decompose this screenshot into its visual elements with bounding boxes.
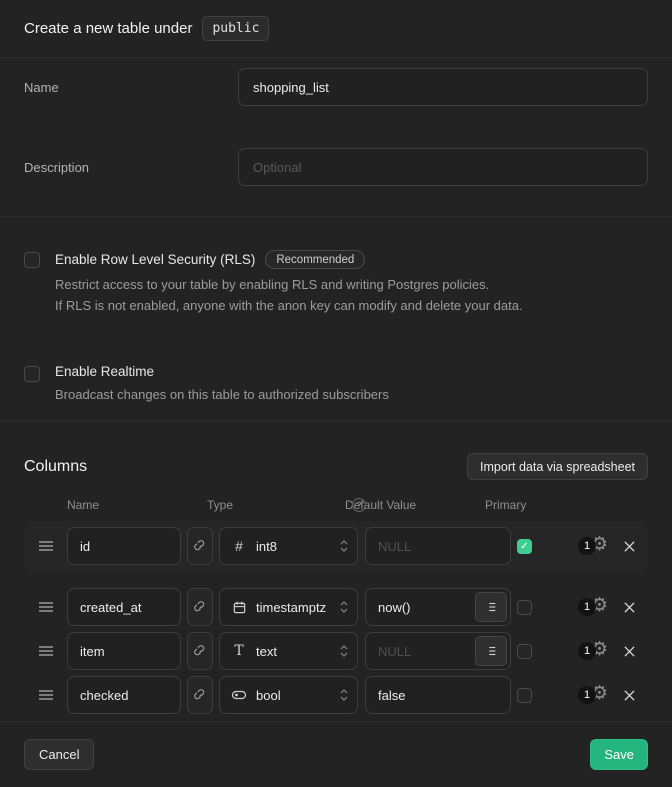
table-name-input[interactable] (238, 68, 648, 106)
realtime-description: Broadcast changes on this table to autho… (55, 384, 389, 405)
close-icon[interactable] (621, 643, 637, 659)
foreign-key-link-icon[interactable] (187, 527, 213, 565)
schema-badge: public (202, 16, 269, 41)
column-settings-button[interactable]: 1 ⚙ (578, 535, 608, 557)
close-icon[interactable] (621, 687, 637, 703)
chevron-updown-icon (339, 599, 351, 615)
chevron-updown-icon (339, 687, 351, 703)
import-spreadsheet-button[interactable]: Import data via spreadsheet (467, 453, 648, 480)
dialog-title: Create a new table under (24, 20, 192, 37)
drag-handle-icon[interactable] (24, 539, 67, 553)
column-row: bool 1 ⚙ (24, 676, 648, 714)
columns-section: Columns Import data via spreadsheet Name… (0, 422, 672, 722)
rls-label: Enable Row Level Security (RLS) (55, 252, 255, 267)
settings-count-badge: 1 (578, 642, 596, 660)
description-label: Description (24, 148, 238, 175)
table-details-section: Name Description (0, 58, 672, 217)
column-name-input[interactable] (67, 676, 181, 714)
recommended-badge: Recommended (265, 250, 365, 269)
foreign-key-link-icon[interactable] (187, 588, 213, 626)
column-type-select[interactable]: bool (219, 676, 358, 714)
column-type-value: text (256, 644, 339, 659)
chevron-updown-icon (339, 538, 351, 554)
hash-icon: # (235, 538, 243, 554)
primary-checkbox[interactable] (517, 644, 532, 659)
column-type-select[interactable]: # int8 (219, 527, 358, 565)
column-headers: Name Type Default Value ? Primary (24, 498, 648, 512)
calendar-icon (232, 600, 247, 615)
text-icon: T (234, 643, 243, 659)
column-name-input[interactable] (67, 632, 181, 670)
column-name-input[interactable] (67, 527, 181, 565)
column-type-value: int8 (256, 539, 339, 554)
column-rows: # int8 1 ⚙ (24, 521, 648, 714)
settings-count-badge: 1 (578, 537, 596, 555)
realtime-block: Enable Realtime Broadcast changes on thi… (24, 364, 648, 405)
dialog-footer: Cancel Save (0, 722, 672, 787)
save-button[interactable]: Save (590, 739, 648, 770)
drag-handle-icon[interactable] (24, 688, 67, 702)
column-name-input[interactable] (67, 588, 181, 626)
help-circle-icon[interactable]: ? (352, 498, 366, 512)
realtime-label: Enable Realtime (55, 364, 154, 379)
cancel-button[interactable]: Cancel (24, 739, 94, 770)
column-type-select[interactable]: T text (219, 632, 358, 670)
rls-block: Enable Row Level Security (RLS) Recommen… (24, 250, 648, 316)
list-picker-icon[interactable] (475, 636, 507, 666)
bool-icon (231, 687, 247, 703)
header-type: Type (207, 498, 233, 512)
columns-title: Columns (24, 458, 87, 476)
table-options-section: Enable Row Level Security (RLS) Recommen… (0, 217, 672, 422)
column-default-input[interactable] (365, 676, 511, 714)
name-row: Name (24, 68, 648, 106)
column-type-value: timestamptz (256, 600, 339, 615)
settings-count-badge: 1 (578, 598, 596, 616)
column-type-select[interactable]: timestamptz (219, 588, 358, 626)
primary-checkbox[interactable] (517, 539, 532, 554)
name-label: Name (24, 68, 238, 95)
dialog-header: Create a new table under public (0, 0, 672, 58)
primary-checkbox[interactable] (517, 600, 532, 615)
foreign-key-link-icon[interactable] (187, 632, 213, 670)
primary-checkbox[interactable] (517, 688, 532, 703)
column-settings-button[interactable]: 1 ⚙ (578, 640, 608, 662)
column-type-value: bool (256, 688, 339, 703)
drag-handle-icon[interactable] (24, 600, 67, 614)
drag-handle-icon[interactable] (24, 644, 67, 658)
rls-description: Restrict access to your table by enablin… (55, 274, 523, 316)
table-description-input[interactable] (238, 148, 648, 186)
list-picker-icon[interactable] (475, 592, 507, 622)
create-table-dialog: Create a new table under public Name Des… (0, 0, 672, 787)
header-primary: Primary (485, 498, 526, 512)
header-name: Name (67, 498, 99, 512)
foreign-key-link-icon[interactable] (187, 676, 213, 714)
settings-count-badge: 1 (578, 686, 596, 704)
column-row: # int8 1 ⚙ (24, 521, 648, 571)
chevron-updown-icon (339, 643, 351, 659)
close-icon[interactable] (621, 538, 637, 554)
column-row: T text 1 ⚙ (24, 632, 648, 670)
description-row: Description (24, 148, 648, 186)
column-row: timestamptz 1 ⚙ (24, 588, 648, 626)
column-settings-button[interactable]: 1 ⚙ (578, 684, 608, 706)
realtime-checkbox[interactable] (24, 366, 40, 382)
rls-checkbox[interactable] (24, 252, 40, 268)
column-default-input[interactable] (365, 527, 511, 565)
close-icon[interactable] (621, 599, 637, 615)
column-settings-button[interactable]: 1 ⚙ (578, 596, 608, 618)
